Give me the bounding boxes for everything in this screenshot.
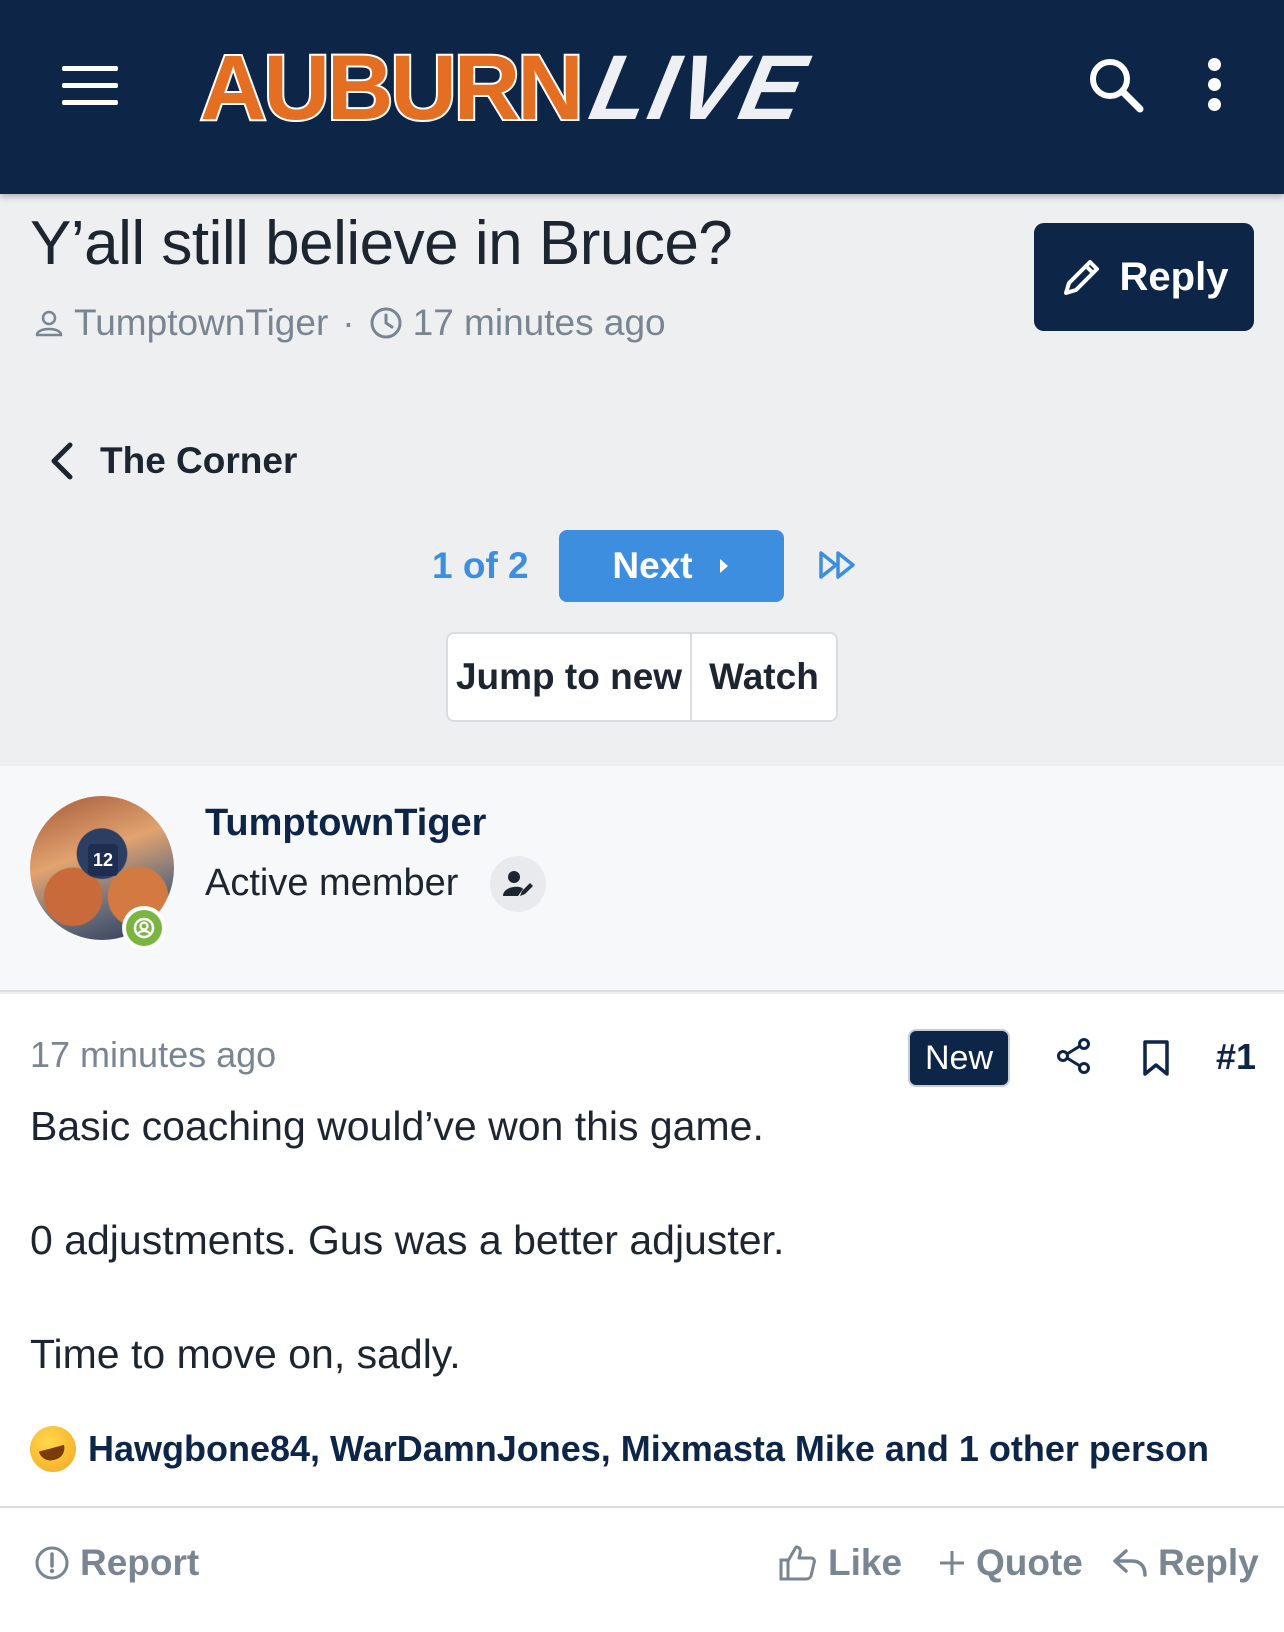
report-label: Report <box>80 1542 200 1583</box>
post-user-block: 12 TumptownTiger Active member <box>0 766 1284 992</box>
like-label: Like <box>828 1542 903 1583</box>
divider <box>0 1506 1284 1508</box>
post-paragraph: Time to move on, sadly. <box>30 1331 461 1377</box>
alert-circle-icon <box>35 1546 69 1580</box>
more-options-icon[interactable] <box>1202 58 1226 118</box>
post-time[interactable]: 17 minutes ago <box>30 1034 276 1076</box>
last-page-icon[interactable] <box>818 548 858 582</box>
next-page-label: Next <box>612 545 693 586</box>
post-username[interactable]: TumptownTiger <box>205 802 486 845</box>
user-role: Active member <box>205 862 459 904</box>
page-indicator[interactable]: 1 of 2 <box>432 545 529 587</box>
post-number[interactable]: #1 <box>1216 1036 1256 1078</box>
logo-auburn-text: AUBURN <box>198 37 586 139</box>
search-icon[interactable] <box>1086 55 1146 115</box>
clock-icon <box>370 307 402 339</box>
reply-button[interactable]: Reply <box>1034 223 1254 331</box>
caret-right-icon <box>719 559 728 573</box>
watch-button[interactable]: Watch <box>692 634 836 720</box>
next-page-button[interactable]: Next <box>559 530 784 602</box>
thread-author[interactable]: TumptownTiger <box>74 302 328 344</box>
meta-separator: · <box>342 302 355 343</box>
quote-button[interactable]: Quote <box>938 1542 1083 1584</box>
pencil-icon <box>1063 260 1099 295</box>
report-button[interactable]: Report <box>34 1542 199 1584</box>
reactions-text: Hawgbone84, WarDamnJones, Mixmasta Mike … <box>88 1428 1209 1469</box>
post-paragraph: Basic coaching would’ve won this game. <box>30 1103 764 1149</box>
share-icon[interactable] <box>1054 1036 1094 1076</box>
thumbs-up-icon <box>779 1545 816 1581</box>
menu-icon[interactable] <box>62 66 118 106</box>
user-icon <box>35 310 63 337</box>
thread-button-group: Jump to new Watch <box>446 632 838 722</box>
breadcrumb-back[interactable]: The Corner <box>48 440 297 482</box>
chevron-left-icon <box>51 442 73 480</box>
post-reply-label: Reply <box>1158 1542 1259 1583</box>
reactions-summary[interactable]: Hawgbone84, WarDamnJones, Mixmasta Mike … <box>30 1426 1209 1472</box>
post-reply-button[interactable]: Reply <box>1112 1542 1259 1584</box>
bookmark-icon[interactable] <box>1140 1038 1172 1078</box>
rofl-emoji-icon <box>30 1426 76 1472</box>
thread-title: Y’all still believe in Bruce? <box>30 209 733 278</box>
post-body: 17 minutes ago New #1 Basic coaching wou… <box>0 994 1284 1632</box>
plus-icon <box>940 1551 964 1575</box>
logo-live-text: LIVE <box>581 37 816 139</box>
thread-meta: TumptownTiger · 17 minutes ago <box>34 302 666 344</box>
post-content: Basic coaching would’ve won this game. 0… <box>30 1098 784 1440</box>
site-logo[interactable]: AUBURN LIVE <box>198 37 816 139</box>
post-actions: Report Like Quote Reply <box>0 1542 1284 1606</box>
jump-to-new-button[interactable]: Jump to new <box>448 634 692 720</box>
quote-label: Quote <box>976 1542 1083 1583</box>
user-edit-icon[interactable] <box>490 856 546 912</box>
top-navbar: AUBURN LIVE <box>0 0 1284 194</box>
reply-arrow-icon <box>1113 1549 1147 1577</box>
avatar-jersey-number: 12 <box>88 844 118 876</box>
like-button[interactable]: Like <box>778 1542 902 1584</box>
breadcrumb-label: The Corner <box>100 440 298 481</box>
thread-time[interactable]: 17 minutes ago <box>413 302 666 344</box>
new-badge: New <box>910 1031 1008 1085</box>
post-paragraph: 0 adjustments. Gus was a better adjuster… <box>30 1217 785 1263</box>
online-status-icon <box>122 906 166 950</box>
reply-button-label: Reply <box>1119 254 1229 299</box>
